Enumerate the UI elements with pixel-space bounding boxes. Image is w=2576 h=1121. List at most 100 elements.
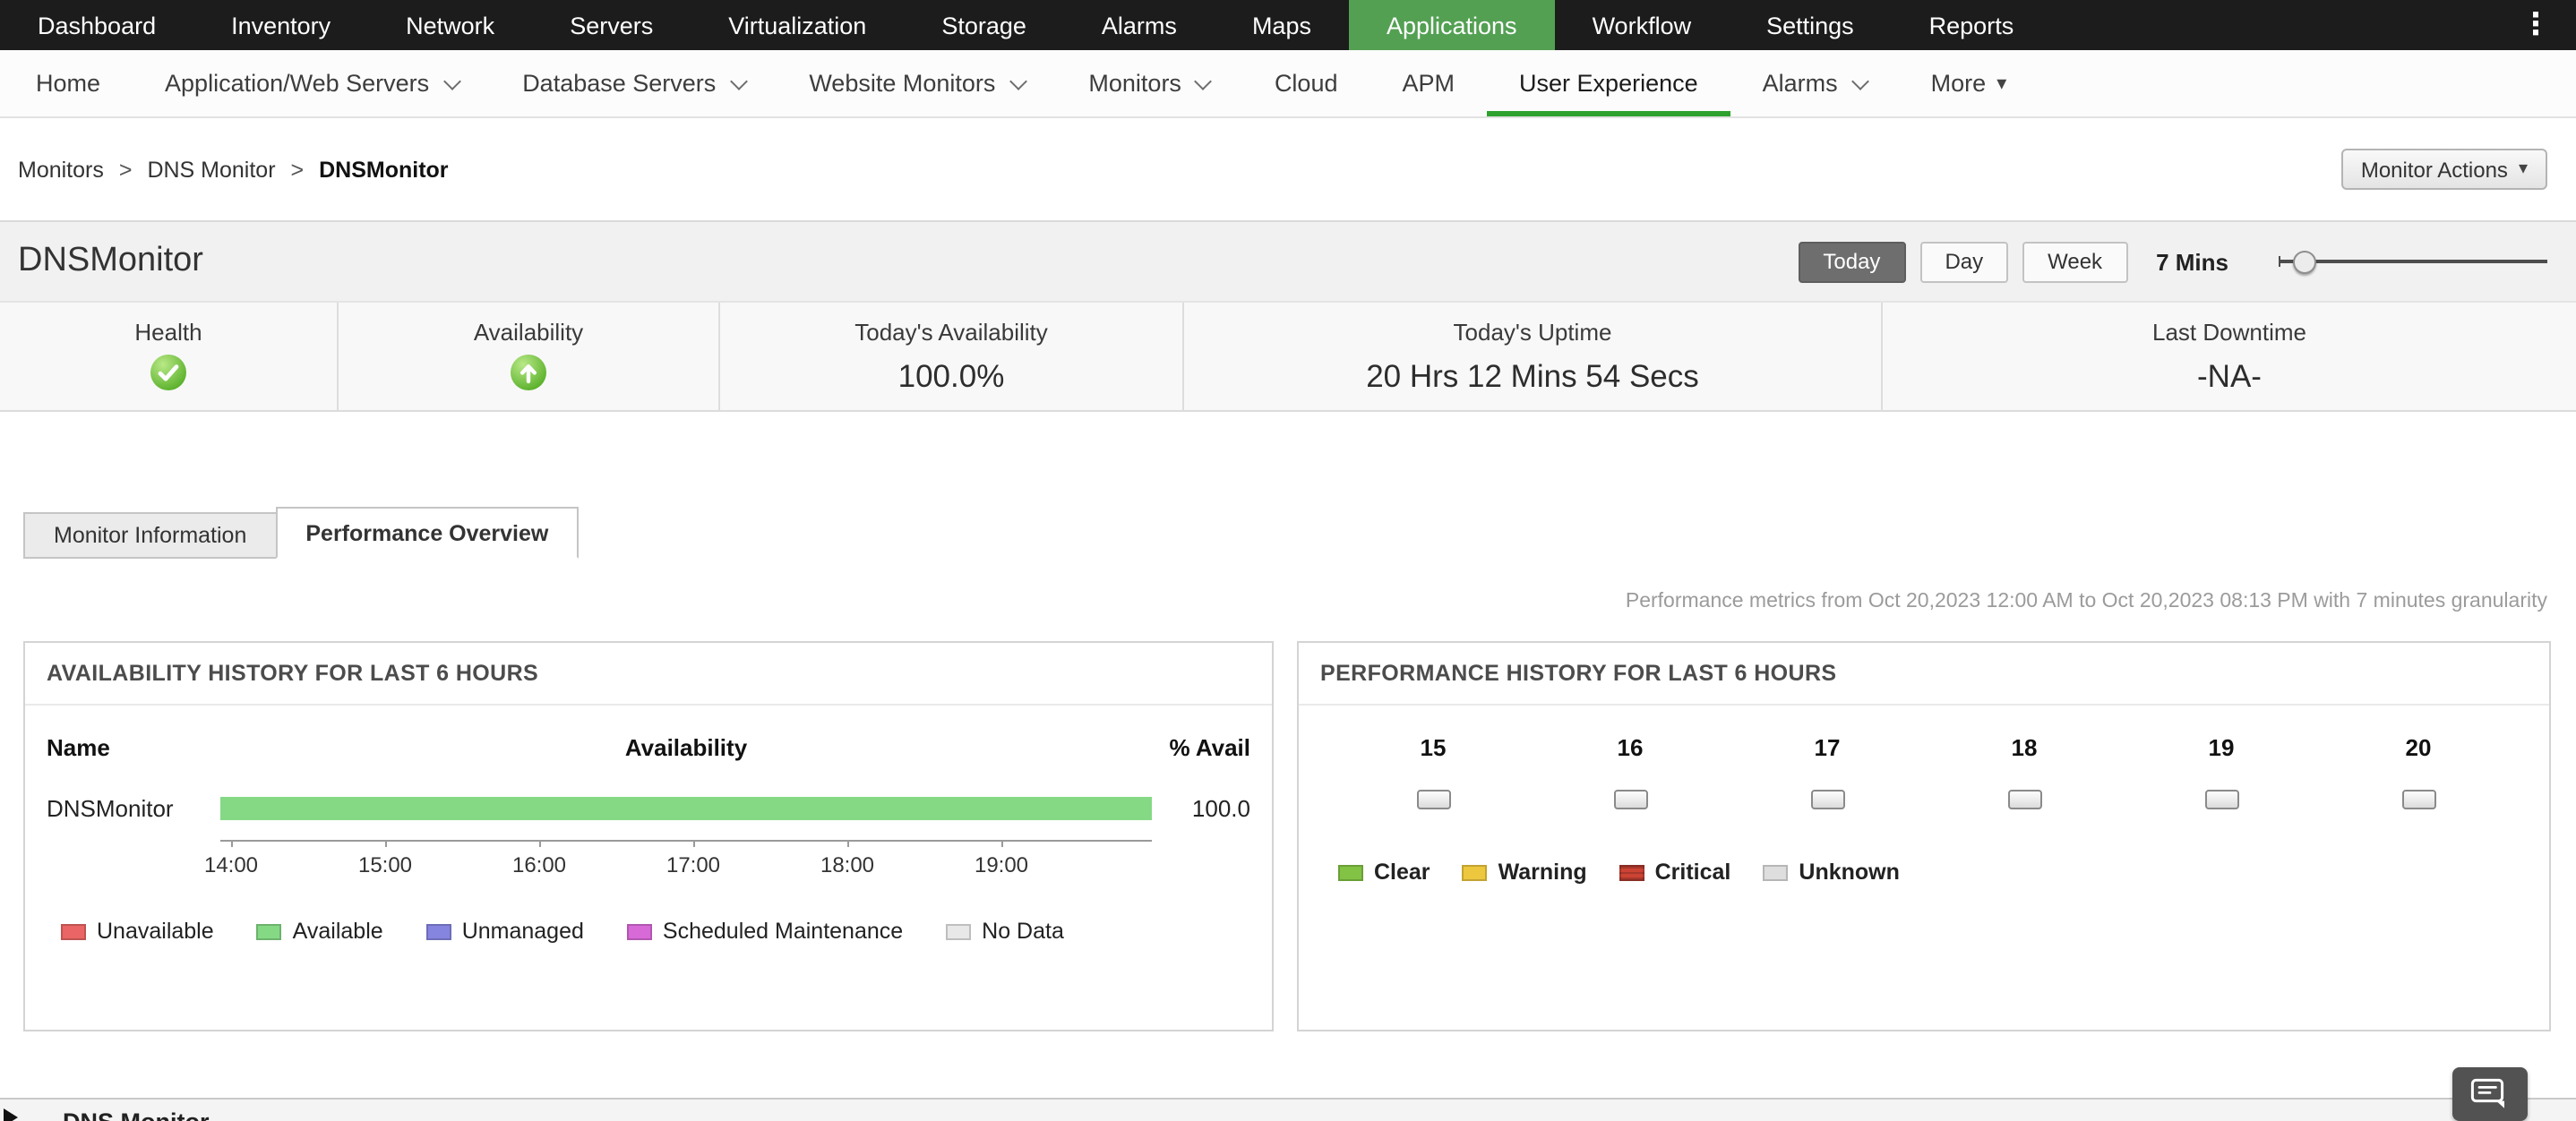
subnav-item-label: Cloud [1275,70,1338,97]
topnav-item-label: Virtualization [728,12,866,39]
legend-label: Scheduled Maintenance [663,919,903,944]
subnav-item[interactable]: More ▾ [1899,50,2039,116]
tick-mark [692,840,694,847]
topnav-item[interactable]: Network [368,0,532,50]
status-pill-unknown[interactable] [1810,790,1844,809]
collapse-triangle-icon[interactable] [4,1108,18,1121]
time-range-label: Week [2048,249,2102,274]
tab[interactable]: Performance Overview [275,507,579,559]
tick-label: 15:00 [308,852,462,877]
subnav-item-label: Home [36,70,100,97]
tick-label: 17:00 [616,852,770,877]
hour-status-cell [2320,790,2517,809]
topnav-item[interactable]: Applications [1349,0,1555,50]
monitor-actions-button[interactable]: Monitor Actions ▾ [2341,149,2547,190]
chevron-down-icon [1009,72,1027,90]
stat-todays-availability: Today's Availability 100.0% [718,303,1182,410]
subnav-item[interactable]: Alarms ▾ [1730,50,1899,116]
subnav-item[interactable]: Website Monitors ▾ [777,50,1056,116]
metrics-note: Performance metrics from Oct 20,2023 12:… [1626,591,2547,612]
topnav-items: Dashboard Inventory Network Servers Virt… [0,0,2051,50]
status-pill-unknown[interactable] [2401,790,2435,809]
axis-tick: 19:00 [924,840,1078,877]
kebab-menu-icon[interactable]: ⋮ [2520,0,2551,50]
topnav-item[interactable]: Settings [1729,0,1892,50]
topnav-item[interactable]: Storage [904,0,1064,50]
topnav-item[interactable]: Dashboard [0,0,193,50]
subnav-item[interactable]: Cloud ▾ [1242,50,1370,116]
hour-label: 16 [1532,734,1729,761]
topnav-item-label: Storage [941,12,1026,39]
topnav-item[interactable]: Reports [1892,0,2052,50]
subnav-item-label: Website Monitors [809,70,995,97]
topnav-item[interactable]: Inventory [193,0,368,50]
hour-labels: 15 16 17 18 19 20 [1335,734,2528,761]
legend-item: No Data [946,919,1064,944]
stat-health: Health [0,303,337,410]
subnav-item[interactable]: Application/Web Servers ▾ [133,50,490,116]
legend-label: No Data [982,919,1064,944]
chevron-down-icon [442,72,460,90]
stat-label: Availability [339,319,718,346]
status-pill-unknown[interactable] [1613,790,1647,809]
chevron-down-icon [1851,72,1869,90]
legend-swatch [426,923,451,939]
availability-table-header: Name Availability % Avail [47,734,1250,763]
availability-history-panel: AVAILABILITY HISTORY FOR LAST 6 HOURS Na… [23,641,1274,1031]
subnav-item[interactable]: User Experience ▾ [1487,50,1730,116]
feedback-chat-button[interactable] [2452,1067,2528,1121]
stat-label: Health [0,319,337,346]
tab[interactable]: Monitor Information [23,512,277,559]
monitor-actions-label: Monitor Actions [2361,157,2508,182]
status-pill-unknown[interactable] [2204,790,2238,809]
topnav-item[interactable]: Workflow [1555,0,1730,50]
topnav-item-label: Reports [1929,12,2014,39]
tick-label: 16:00 [462,852,616,877]
column-availability: Availability [625,734,747,761]
subnav-item-label: More [1931,70,1987,97]
tick-label: 18:00 [770,852,924,877]
granularity-slider[interactable] [2279,249,2547,274]
hour-status-cell [2123,790,2320,809]
time-range-button[interactable]: Week [2022,241,2127,282]
hour-label: 17 [1729,734,1926,761]
breadcrumb: Monitors > DNS Monitor > DNSMonitor [18,157,449,182]
time-range-button[interactable]: Day [1919,241,2008,282]
subnav-item-label: Database Servers [522,70,716,97]
subnav-item[interactable]: Database Servers ▾ [490,50,777,116]
subnav-item-label: Monitors [1088,70,1181,97]
topnav-item[interactable]: Alarms [1064,0,1215,50]
topnav-item[interactable]: Servers [532,0,691,50]
dropdown-arrow-icon: ▾ [1996,72,2006,95]
availability-up-icon [339,353,718,392]
health-ok-icon [0,353,337,392]
legend-item: Warning [1463,860,1587,885]
availability-percent: 100.0 [1152,795,1250,822]
breadcrumb-dns-monitor[interactable]: DNS Monitor [147,157,275,182]
subnav-item[interactable]: Monitors ▾ [1056,50,1242,116]
monitor-header-zone: DNSMonitor Today Day Week [0,222,2576,412]
subnav-item-label: Alarms [1763,70,1838,97]
legend-swatch [946,923,971,939]
slider-track[interactable] [2279,260,2547,263]
topnav-item[interactable]: Virtualization [691,0,904,50]
monitor-name[interactable]: DNSMonitor [47,795,220,822]
legend-label: Warning [1498,860,1587,885]
topnav-item-label: Applications [1387,12,1517,39]
next-section-title: DNS Monitor [63,1108,210,1121]
status-pill-unknown[interactable] [2007,790,2041,809]
topnav-item-label: Dashboard [38,12,156,39]
subnav-item[interactable]: APM ▾ [1370,50,1488,116]
subnav-item[interactable]: Home ▾ [4,50,133,116]
stat-label: Last Downtime [1883,319,2576,346]
hour-label: 15 [1335,734,1532,761]
status-pill-unknown[interactable] [1416,790,1450,809]
time-range-button[interactable]: Today [1798,241,1905,282]
slider-handle[interactable] [2293,251,2316,274]
tick-mark [846,840,848,847]
breadcrumb-monitors[interactable]: Monitors [18,157,104,182]
legend-label: Unavailable [97,919,214,944]
topnav-item[interactable]: Maps [1215,0,1349,50]
legend-label: Unknown [1799,860,1900,885]
subnav-item-label: APM [1403,70,1455,97]
